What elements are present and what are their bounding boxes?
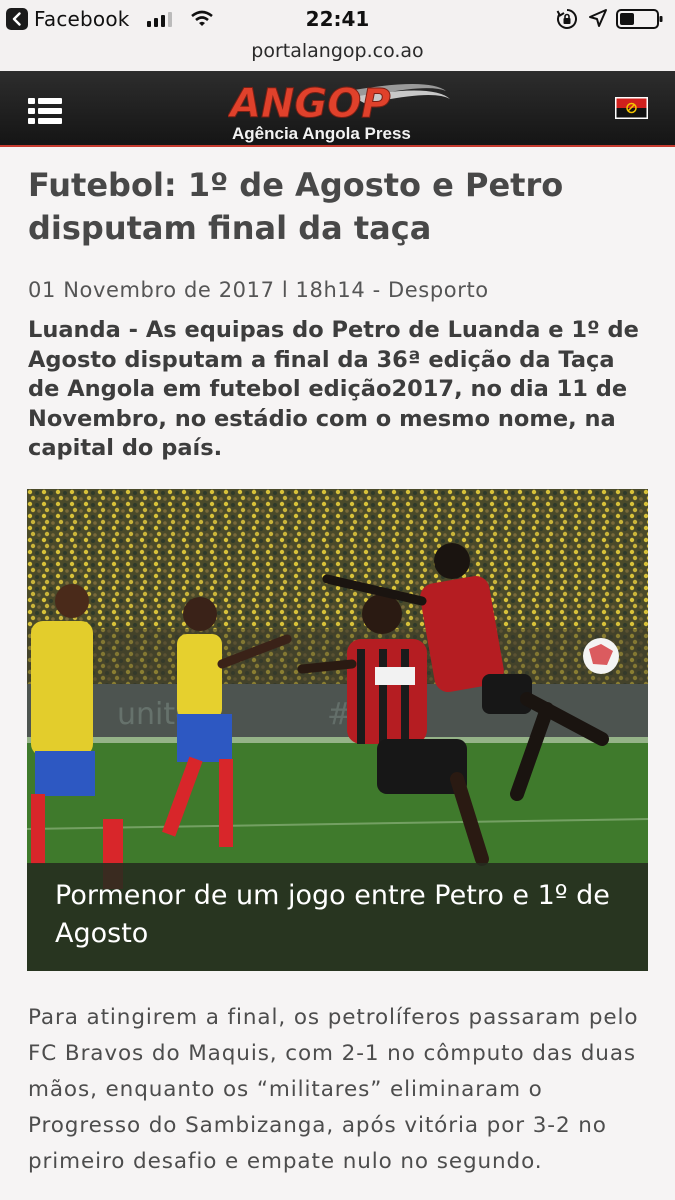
location-arrow-icon [588, 8, 608, 32]
article-title: Futebol: 1º de Agosto e Petro disputam f… [28, 166, 564, 247]
svg-text:ANGOP: ANGOP [228, 81, 391, 127]
svg-text:Agência Angola Press: Agência Angola Press [232, 124, 411, 143]
article-photo[interactable]: unitel #a [27, 489, 648, 971]
site-header: ANGOP Agência Angola Press [0, 71, 675, 147]
url-bar[interactable]: portalangop.co.ao [0, 38, 675, 71]
angop-logo[interactable]: ANGOP Agência Angola Press [227, 77, 453, 143]
hamburger-menu-icon[interactable] [28, 98, 62, 128]
article-lead: Luanda - As equipas do Petro de Luanda e… [28, 317, 639, 461]
rotation-lock-icon [556, 8, 578, 34]
status-bar: Facebook 22:41 [0, 0, 675, 38]
battery-icon [616, 8, 664, 34]
angola-flag-icon[interactable] [615, 97, 648, 119]
photo-caption: Pormenor de um jogo entre Petro e 1º de … [27, 863, 648, 971]
article-paragraph: Para atingirem a final, os petrolíferos … [28, 1005, 639, 1174]
url-domain: portalangop.co.ao [251, 40, 424, 62]
article-dateline: 01 Novembro de 2017 l 18h14 - Desporto [28, 278, 489, 302]
